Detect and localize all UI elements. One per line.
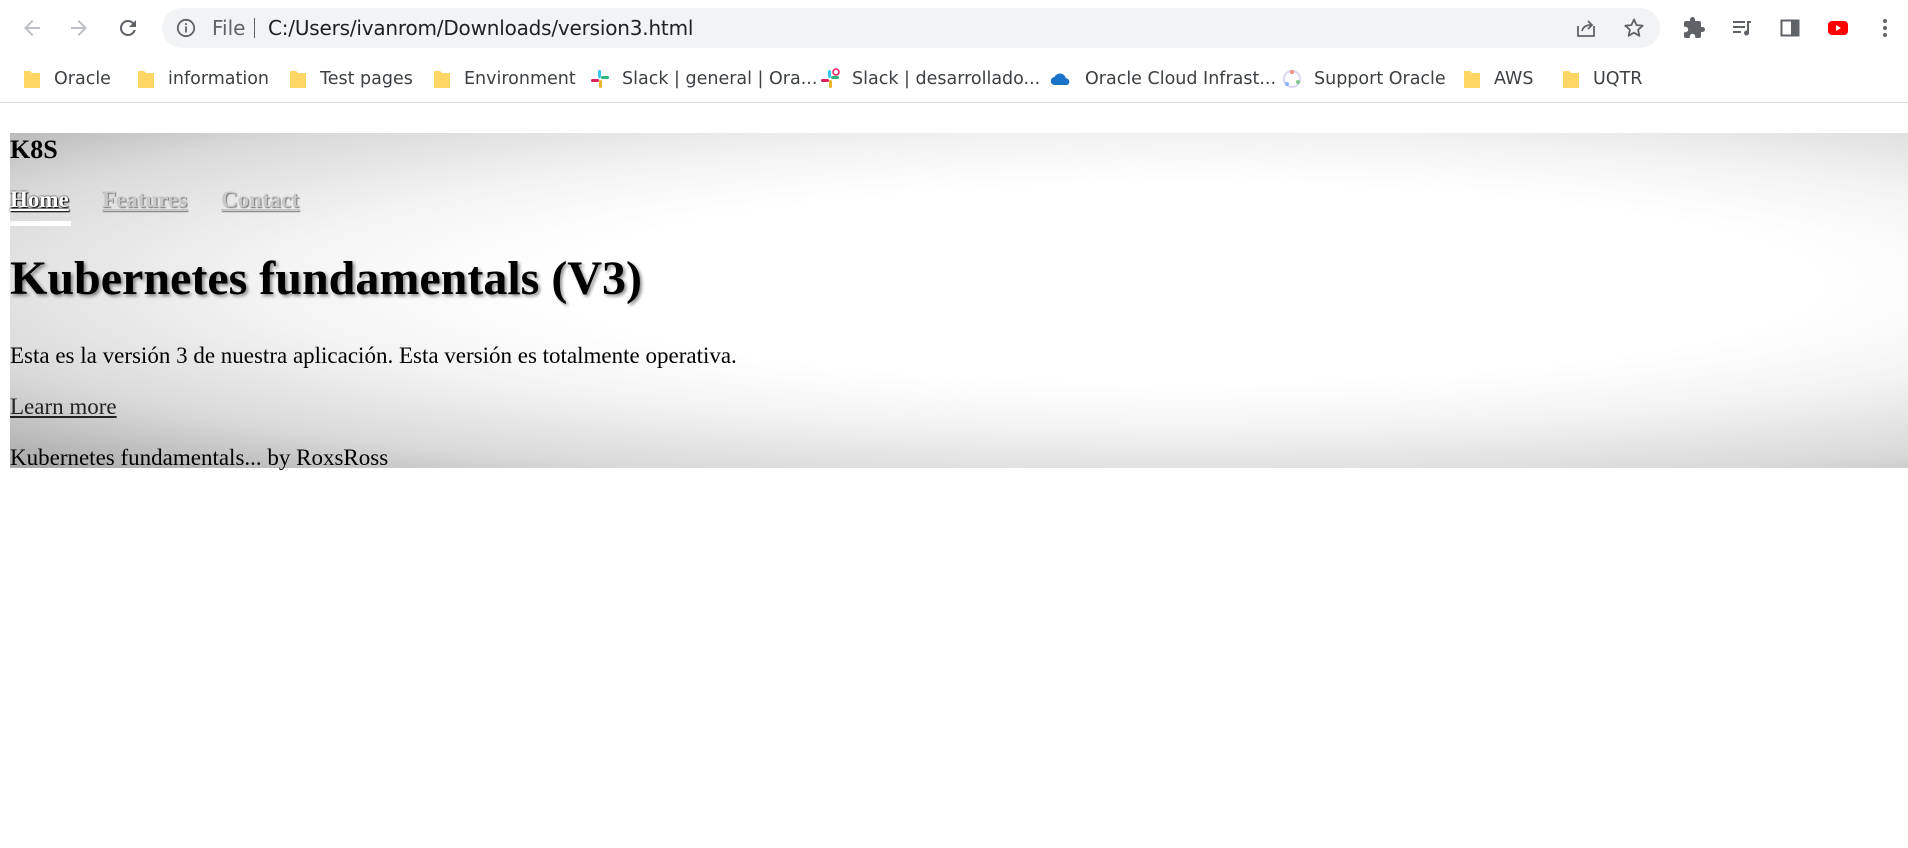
page-viewport: K8S Home Features Contact Kubernetes fun… xyxy=(0,103,1908,848)
bookmark-information[interactable]: information xyxy=(136,64,269,94)
folder-icon xyxy=(22,68,42,90)
slack-icon xyxy=(590,68,610,90)
intro-paragraph: Esta es la versión 3 de nuestra aplicaci… xyxy=(10,343,737,368)
bookmark-slack-desarrollado[interactable]: Slack | desarrollado... xyxy=(820,64,1040,94)
bookmark-environment[interactable]: Environment xyxy=(432,64,576,94)
folder-icon xyxy=(136,68,156,90)
bookmark-uqtr[interactable]: UQTR xyxy=(1561,64,1642,94)
reading-list-icon[interactable] xyxy=(1726,12,1758,44)
folder-icon xyxy=(1561,68,1581,90)
url-separator xyxy=(254,18,255,38)
reload-icon[interactable] xyxy=(112,12,144,44)
bookmarks-bar: Oracle information Test pages Environmen… xyxy=(0,56,1908,103)
forward-arrow-icon[interactable] xyxy=(63,12,95,44)
cloud-icon xyxy=(1049,68,1073,90)
info-icon[interactable] xyxy=(176,18,196,38)
bookmark-aws[interactable]: AWS xyxy=(1462,64,1533,94)
address-bar[interactable]: File C:/Users/ivanrom/Downloads/version3… xyxy=(162,8,1660,48)
bookmark-slack-general[interactable]: Slack | general | Ora... xyxy=(590,64,817,94)
footer-credit: Kubernetes fundamentals... by RoxsRoss xyxy=(10,445,389,470)
back-arrow-icon[interactable] xyxy=(16,12,48,44)
youtube-icon[interactable] xyxy=(1822,12,1854,44)
site-brand: K8S xyxy=(10,135,58,164)
bookmark-test-pages[interactable]: Test pages xyxy=(288,64,413,94)
page-title: Kubernetes fundamentals (V3) xyxy=(10,252,642,305)
bookmark-label: Oracle Cloud Infrast... xyxy=(1085,69,1277,89)
bookmark-label: information xyxy=(168,69,270,89)
bookmark-label: Support Oracle xyxy=(1314,69,1446,89)
bookmark-label: Environment xyxy=(464,69,576,89)
browser-toolbar: File C:/Users/ivanrom/Downloads/version3… xyxy=(0,0,1908,56)
bookmark-support-oracle[interactable]: Support Oracle xyxy=(1282,64,1446,94)
bookmark-label: AWS xyxy=(1494,69,1534,89)
url-scheme: File xyxy=(212,16,246,40)
bookmark-label: Test pages xyxy=(320,69,413,89)
nav-active-indicator xyxy=(10,221,71,226)
learn-more-link[interactable]: Learn more xyxy=(10,393,117,421)
nav-home-link[interactable]: Home xyxy=(10,187,69,213)
bookmark-label: Slack | desarrollado... xyxy=(852,69,1041,89)
bookmark-label: UQTR xyxy=(1593,69,1643,89)
kebab-menu-icon[interactable] xyxy=(1869,12,1901,44)
bookmark-oracle-cloud[interactable]: Oracle Cloud Infrast... xyxy=(1049,64,1276,94)
extensions-puzzle-icon[interactable] xyxy=(1678,12,1710,44)
star-icon[interactable] xyxy=(1622,16,1646,40)
url-text[interactable]: C:/Users/ivanrom/Downloads/version3.html xyxy=(268,17,693,39)
folder-icon xyxy=(432,68,452,90)
bookmark-oracle[interactable]: Oracle xyxy=(22,64,111,94)
nav-contact-link[interactable]: Contact xyxy=(221,187,299,213)
hero-section: K8S Home Features Contact Kubernetes fun… xyxy=(10,133,1908,470)
folder-icon xyxy=(1462,68,1482,90)
share-icon[interactable] xyxy=(1574,16,1598,40)
folder-icon xyxy=(288,68,308,90)
slack-icon xyxy=(820,68,840,90)
bookmark-label: Slack | general | Ora... xyxy=(622,69,818,89)
nav-features-link[interactable]: Features xyxy=(102,187,187,213)
bookmark-label: Oracle xyxy=(54,69,111,89)
support-oracle-icon xyxy=(1282,68,1302,90)
side-panel-icon[interactable] xyxy=(1774,12,1806,44)
